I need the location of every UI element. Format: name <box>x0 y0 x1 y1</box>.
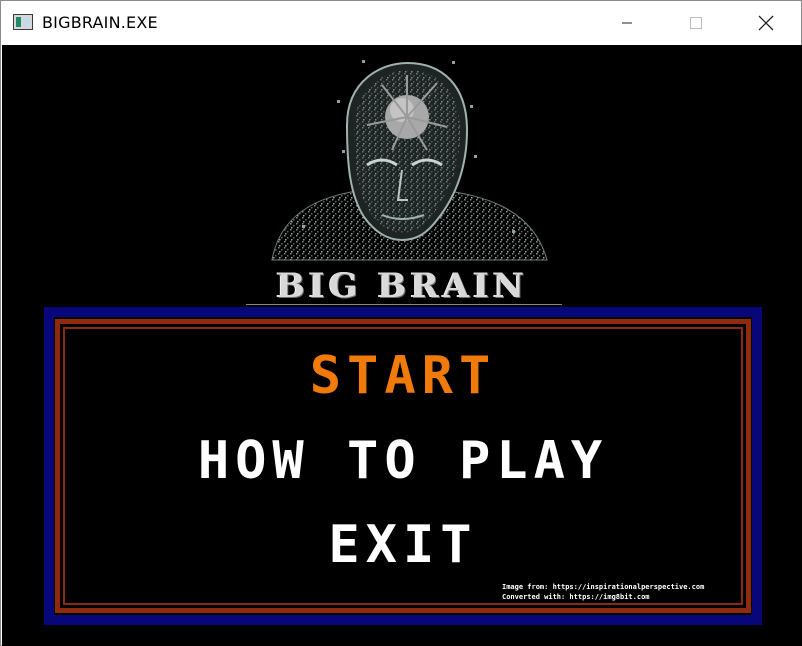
close-icon <box>758 15 774 31</box>
credit-line-converter: Converted with: https://img8bit.com <box>502 593 650 601</box>
menu-item-start[interactable]: START <box>72 348 734 404</box>
minimize-icon <box>622 22 632 24</box>
game-window: BIGBRAIN.EXE BIG BRAIN START HOW TO PLAY… <box>0 0 802 646</box>
image-credits: Image from: https://inspirationalperspec… <box>502 582 738 602</box>
close-button[interactable] <box>743 1 789 45</box>
maximize-button[interactable] <box>673 1 719 45</box>
logo-divider <box>246 304 562 305</box>
menu-item-how-to-play[interactable]: HOW TO PLAY <box>72 433 734 489</box>
big-brain-logo: BIG BRAIN <box>276 266 528 306</box>
window-title: BIGBRAIN.EXE <box>42 13 158 32</box>
game-canvas[interactable]: BIG BRAIN START HOW TO PLAY EXIT Image f… <box>2 45 802 646</box>
title-bar[interactable]: BIGBRAIN.EXE <box>1 1 801 45</box>
credit-line-source: Image from: https://inspirationalperspec… <box>502 583 705 591</box>
maximize-icon <box>690 17 702 29</box>
minimize-button[interactable] <box>604 1 650 45</box>
app-window-icon <box>13 14 33 30</box>
menu-item-exit[interactable]: EXIT <box>72 517 734 573</box>
